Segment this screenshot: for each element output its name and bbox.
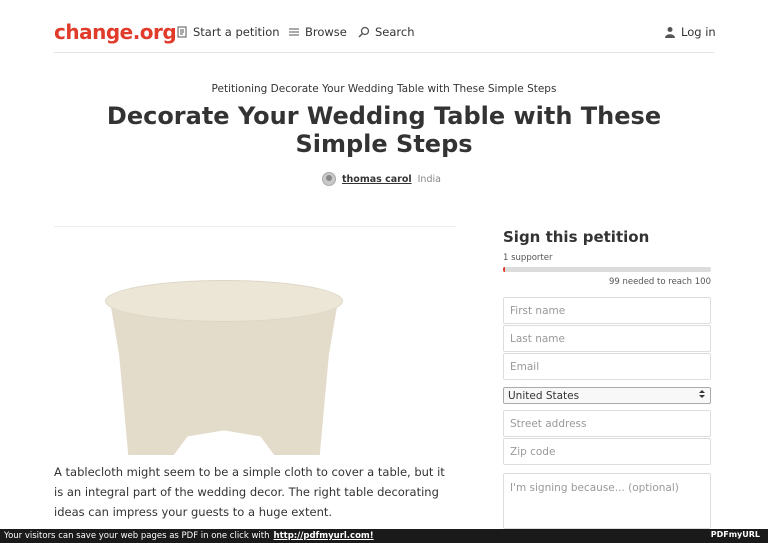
email-field[interactable] xyxy=(503,353,711,380)
author-info: thomas carol India xyxy=(322,172,441,186)
nav-start-petition[interactable]: Start a petition xyxy=(176,25,280,39)
progress-fill xyxy=(503,267,506,272)
header-divider xyxy=(54,52,714,53)
list-icon xyxy=(288,26,300,38)
country-select-value: United States xyxy=(508,389,580,402)
nav-start-petition-label: Start a petition xyxy=(193,25,280,39)
signatures-needed: 99 needed to reach 100 xyxy=(608,277,711,287)
nav-login-label: Log in xyxy=(681,25,716,39)
nav-login[interactable]: Log in xyxy=(664,25,716,39)
nav-browse-label: Browse xyxy=(305,25,347,39)
avatar xyxy=(322,172,336,186)
nav-browse[interactable]: Browse xyxy=(288,25,347,39)
street-address-field[interactable] xyxy=(503,410,711,437)
search-icon xyxy=(358,26,370,38)
author-location: India xyxy=(417,173,441,185)
petitioning-line: Petitioning Decorate Your Wedding Table … xyxy=(211,83,557,95)
pdfmyurl-logo[interactable]: PDFmyURL xyxy=(711,530,760,539)
supporter-count: 1 supporter xyxy=(503,253,553,263)
site-header: change.org Start a petition Browse Searc… xyxy=(0,0,768,54)
table-illustration-top xyxy=(105,280,343,322)
footer-link[interactable]: http://pdfmyurl.com! xyxy=(274,531,374,541)
signature-progress-bar xyxy=(503,267,711,272)
reason-field[interactable] xyxy=(503,473,711,529)
nav-search-label: Search xyxy=(375,25,415,39)
user-icon xyxy=(664,26,676,38)
nav-search[interactable]: Search xyxy=(358,25,415,39)
footer-text: Your visitors can save your web pages as… xyxy=(4,531,270,541)
petition-description: A tablecloth might seem to be a simple c… xyxy=(54,465,445,519)
select-arrows-icon xyxy=(698,389,706,402)
first-name-field[interactable] xyxy=(503,297,711,324)
petition-icon xyxy=(176,26,188,38)
author-name[interactable]: thomas carol xyxy=(342,174,412,185)
change-org-logo[interactable]: change.org xyxy=(54,20,177,44)
zip-code-field[interactable] xyxy=(503,438,711,465)
last-name-field[interactable] xyxy=(503,325,711,352)
sign-title: Sign this petition xyxy=(503,228,650,246)
pdf-footer-bar: Your visitors can save your web pages as… xyxy=(0,529,768,543)
page-title: Decorate Your Wedding Table with These S… xyxy=(106,102,662,158)
country-select[interactable]: United States xyxy=(503,387,711,404)
